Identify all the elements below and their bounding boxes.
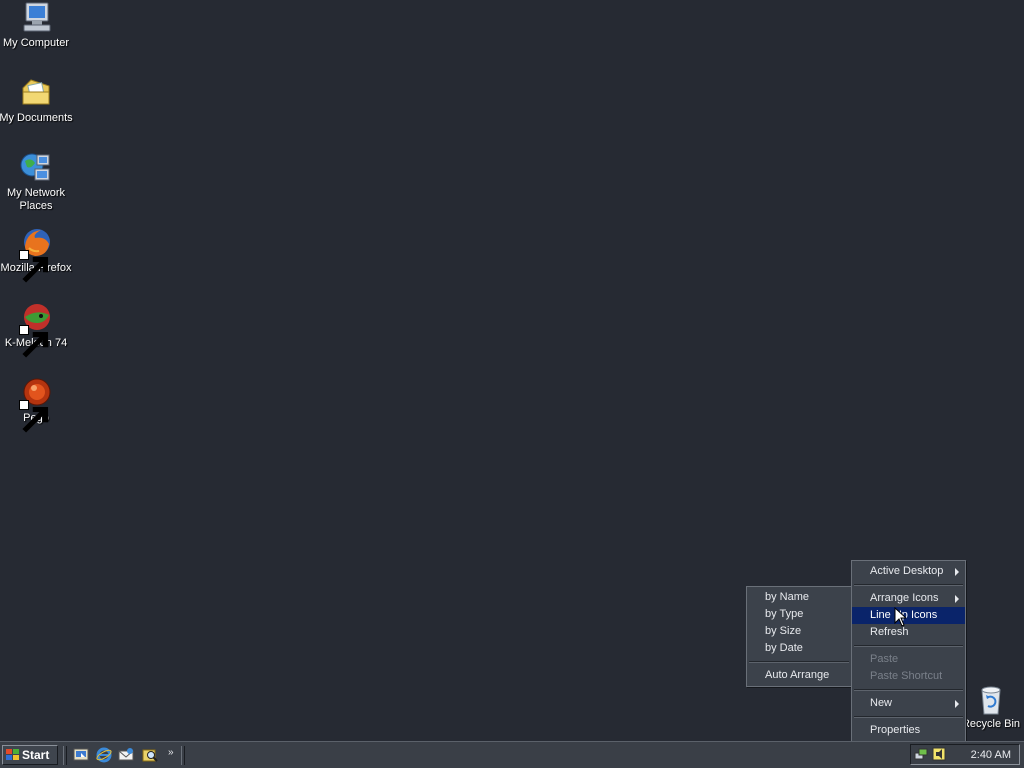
shortcut-arrow-icon [19, 400, 49, 433]
menu-item-by-size[interactable]: by Size [747, 623, 851, 640]
menu-item-label: Refresh [870, 626, 909, 638]
my-documents-icon [19, 76, 53, 110]
menu-item-label: by Name [765, 591, 810, 603]
k-meleon-icon [19, 301, 53, 358]
desktop-icon-pego[interactable]: Pego [0, 376, 73, 433]
desktop-icon-my-computer[interactable]: My Computer [0, 1, 73, 50]
menu-item-by-date[interactable]: by Date [747, 640, 851, 657]
menu-item-by-name[interactable]: by Name [747, 589, 851, 606]
toolbar-grip[interactable] [181, 746, 185, 765]
submenu-arrow-icon [955, 568, 959, 576]
internet-explorer-icon[interactable] [96, 747, 112, 763]
menu-separator [854, 584, 963, 586]
pego-icon [19, 376, 53, 433]
show-desktop-icon[interactable] [73, 747, 89, 763]
menu-item-label: New [870, 697, 893, 709]
volume-tray-icon[interactable] [932, 747, 946, 761]
desktop-icon-label: My Computer [2, 37, 70, 49]
network-tray-icon[interactable] [914, 747, 928, 761]
recycle-bin-icon [974, 682, 1008, 716]
windows-logo-icon [6, 749, 19, 760]
menu-item-new[interactable]: New [852, 695, 965, 712]
menu-item-label: Properties [870, 724, 921, 736]
toolbar-grip[interactable] [63, 746, 67, 765]
menu-item-properties[interactable]: Properties [852, 722, 965, 739]
shortcut-arrow-icon [19, 325, 49, 358]
menu-item-arrange-icons[interactable]: Arrange Icons [852, 590, 965, 607]
menu-separator [854, 689, 963, 691]
start-button[interactable]: Start [2, 745, 58, 765]
network-places-icon [19, 151, 53, 185]
menu-item-paste: Paste [852, 651, 965, 668]
menu-item-label: Paste Shortcut [870, 670, 943, 682]
menu-item-label: Arrange Icons [870, 592, 939, 604]
menu-item-label: Active Desktop [870, 565, 944, 577]
submenu-arrow-icon [955, 595, 959, 603]
menu-item-line-up-icons[interactable]: Line Up Icons [852, 607, 965, 624]
menu-item-label: by Type [765, 608, 804, 620]
menu-item-label: Paste [870, 653, 899, 665]
menu-item-auto-arrange[interactable]: Auto Arrange [747, 667, 851, 684]
shortcut-arrow-icon [19, 250, 49, 283]
taskbar-clock[interactable]: 2:40 AM [971, 749, 1011, 761]
desktop-context-menu: Active Desktop Arrange Icons Line Up Ico… [851, 560, 966, 742]
search-icon[interactable] [142, 747, 158, 763]
menu-separator [854, 716, 963, 718]
menu-item-label: by Date [765, 642, 803, 654]
desktop-icon-network-places[interactable]: My Network Places [0, 151, 73, 213]
desktop-icon-label: My Network Places [6, 187, 66, 212]
menu-separator [854, 645, 963, 647]
menu-separator [749, 661, 849, 663]
menu-item-refresh[interactable]: Refresh [852, 624, 965, 641]
menu-item-paste-shortcut: Paste Shortcut [852, 668, 965, 685]
desktop-icon-my-documents[interactable]: My Documents [0, 76, 73, 125]
menu-item-label: Auto Arrange [765, 669, 830, 681]
start-label: Start [22, 748, 50, 762]
desktop-icon-firefox[interactable]: Mozilla Firefox [0, 226, 73, 283]
system-tray: 2:40 AM [910, 744, 1020, 765]
submenu-arrow-icon [955, 700, 959, 708]
desktop-icon-label: My Documents [0, 112, 73, 124]
taskbar: Start » 2:40 AM [0, 741, 1024, 768]
my-computer-icon [19, 1, 53, 35]
desktop-icon-k-meleon[interactable]: K-Meleon 74 [0, 301, 73, 358]
menu-item-active-desktop[interactable]: Active Desktop [852, 563, 965, 580]
arrange-icons-submenu: by Name by Type by Size by Date Auto Arr… [746, 586, 852, 687]
menu-item-label: by Size [765, 625, 802, 637]
menu-item-by-type[interactable]: by Type [747, 606, 851, 623]
quick-launch-overflow-button[interactable]: » [168, 747, 174, 758]
outlook-express-icon[interactable] [118, 747, 134, 763]
mouse-pointer-icon [894, 607, 906, 627]
firefox-icon [19, 226, 53, 283]
